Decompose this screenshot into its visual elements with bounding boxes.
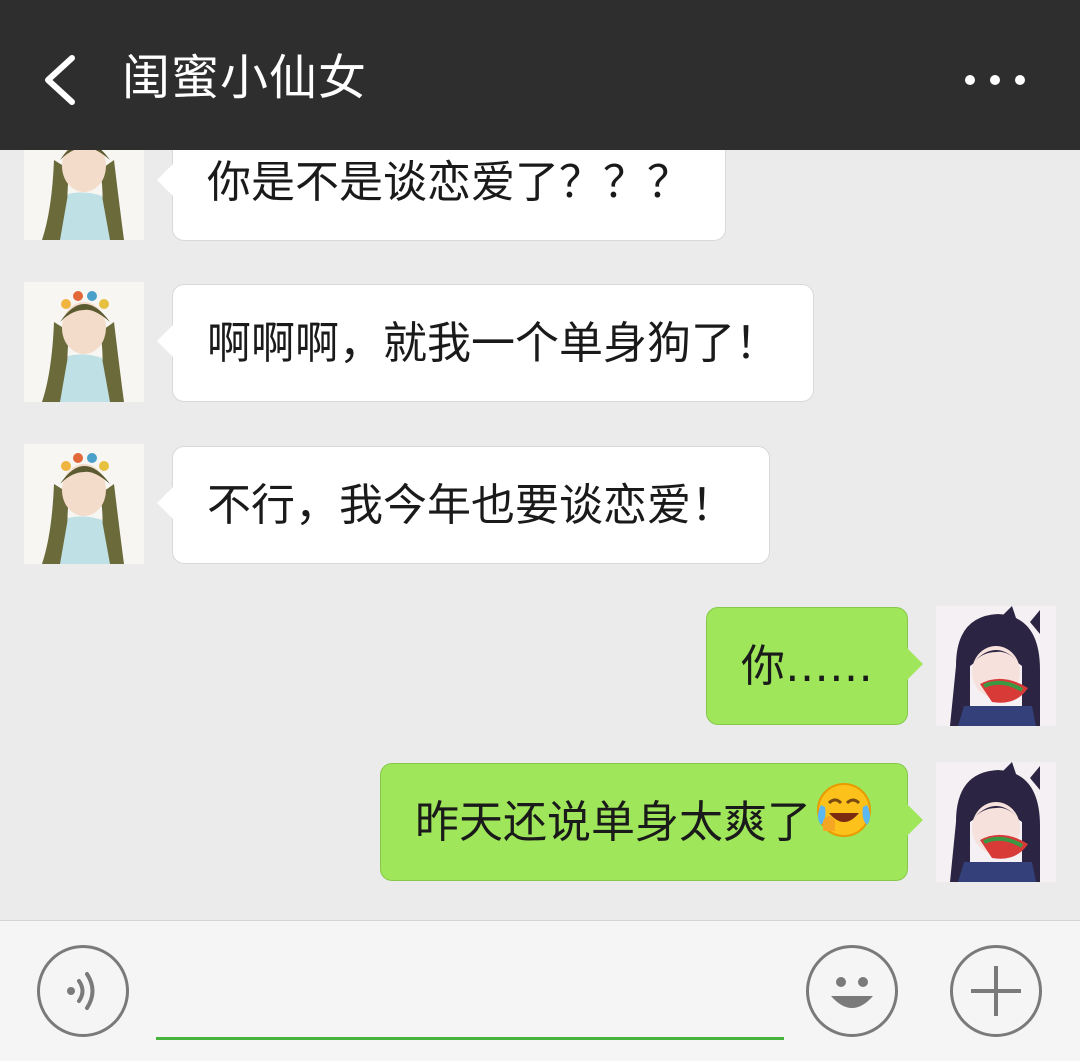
chat-title: 闺蜜小仙女 bbox=[122, 50, 368, 106]
my-avatar[interactable] bbox=[936, 606, 1056, 726]
message-bubble-incoming[interactable]: 啊啊啊，就我一个单身狗了！ bbox=[157, 284, 814, 402]
back-button[interactable] bbox=[36, 50, 86, 110]
message-list[interactable]: 你是不是谈恋爱了？？？ 啊啊啊，就我一个单身狗了！ 不行，我今年也要谈恋爱！ 你… bbox=[0, 150, 1080, 920]
face-with-tears-of-joy-icon bbox=[815, 766, 873, 884]
more-options-button[interactable] bbox=[960, 60, 1030, 100]
plus-icon bbox=[971, 966, 1021, 1016]
voice-icon bbox=[67, 972, 95, 1010]
message-bubble-incoming[interactable]: 不行，我今年也要谈恋爱！ bbox=[157, 446, 770, 564]
friend-avatar[interactable] bbox=[24, 150, 144, 240]
input-bar bbox=[0, 920, 1080, 1061]
smiley-icon bbox=[831, 977, 873, 1008]
message-text: 昨天还说单身太爽了 bbox=[415, 797, 811, 848]
friend-avatar[interactable] bbox=[24, 282, 144, 402]
message-bubble-outgoing[interactable]: 昨天还说单身太爽了 bbox=[380, 763, 923, 884]
voice-input-button[interactable] bbox=[37, 945, 129, 1037]
chevron-left-icon bbox=[45, 55, 75, 105]
my-avatar[interactable] bbox=[936, 762, 1056, 882]
message-bubble-outgoing[interactable]: 你…… bbox=[706, 607, 923, 725]
more-actions-button[interactable] bbox=[950, 945, 1042, 1037]
message-input[interactable] bbox=[156, 955, 784, 1040]
friend-avatar[interactable] bbox=[24, 444, 144, 564]
more-dots-icon bbox=[965, 75, 1025, 85]
chat-header: 闺蜜小仙女 bbox=[0, 0, 1080, 150]
emoji-button[interactable] bbox=[806, 945, 898, 1037]
message-bubble-incoming[interactable]: 你是不是谈恋爱了？？？ bbox=[157, 150, 726, 241]
